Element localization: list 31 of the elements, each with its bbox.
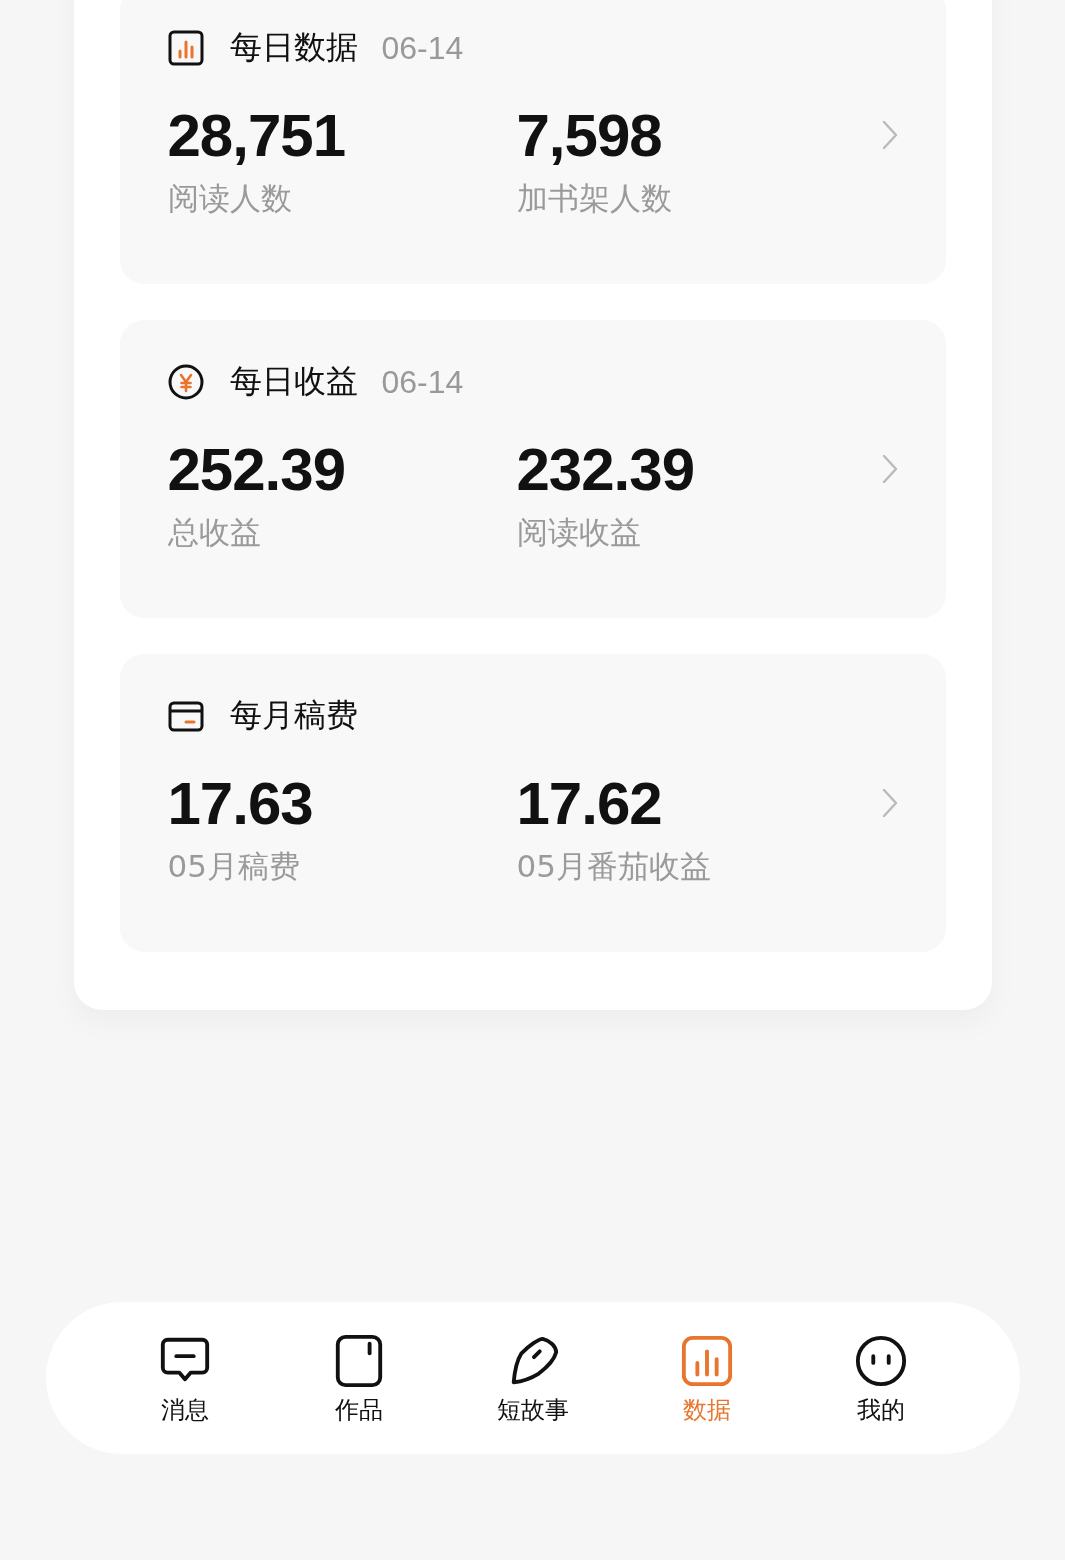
face-icon	[853, 1334, 908, 1388]
stats-card[interactable]: 每日收益 06-14 252.39 总收益 232.39 阅读收益	[119, 320, 946, 618]
stat-value: 28,751	[167, 102, 346, 170]
stat-value: 232.39	[516, 436, 695, 504]
stat-label: 总收益	[167, 513, 262, 552]
date-label: 06-14	[381, 29, 464, 67]
date-label: 06-14	[381, 363, 464, 401]
tab-item[interactable]: 短故事	[445, 1302, 620, 1454]
chevron-right-icon	[881, 454, 898, 484]
chart-icon	[167, 30, 204, 66]
stat-label: 阅读收益	[516, 513, 642, 552]
stat-label: 05月稿费	[167, 847, 301, 886]
card-title: 每月稿费	[229, 695, 358, 736]
stats-card[interactable]: 每月稿费 17.63 05月稿费 17.62 05月番茄收益	[119, 654, 946, 952]
stats-card[interactable]: 每日数据 06-14 28,751 阅读人数 7,598 加书架人数	[119, 0, 946, 284]
stat-label: 加书架人数	[516, 179, 673, 218]
stat-label: 阅读人数	[167, 179, 293, 218]
tab-item[interactable]: 作品	[271, 1302, 446, 1454]
stat-value: 17.63	[167, 770, 314, 838]
chevron-right-icon	[881, 120, 898, 150]
stat-value: 7,598	[516, 102, 663, 170]
tab-item[interactable]: 消息	[97, 1302, 272, 1454]
chevron-right-icon	[881, 788, 898, 818]
tab-item[interactable]: 我的	[793, 1302, 968, 1454]
stat-value: 17.62	[516, 770, 663, 838]
bar-chart-icon	[679, 1334, 734, 1388]
yen-coin-icon	[167, 364, 204, 400]
card-title: 每日数据	[229, 27, 358, 68]
card-title: 每日收益	[229, 361, 358, 402]
stat-value: 252.39	[167, 436, 346, 504]
stat-label: 05月番茄收益	[516, 847, 712, 886]
